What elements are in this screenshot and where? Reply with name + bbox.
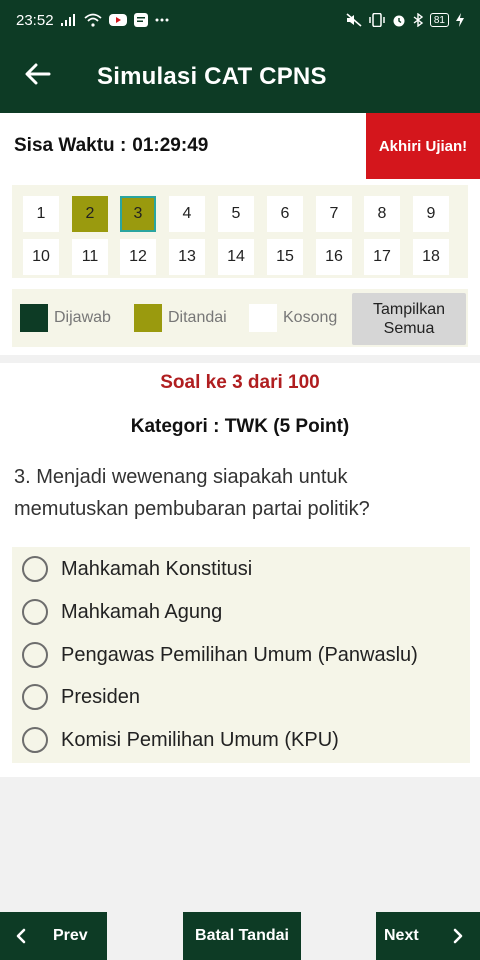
answer-option-a[interactable]: Mahkamah Konstitusi — [12, 549, 470, 589]
answer-option-label: Presiden — [61, 685, 140, 708]
radio-button[interactable] — [22, 642, 48, 668]
radio-button[interactable] — [22, 684, 48, 710]
more-notifications-icon — [155, 18, 169, 22]
chevron-right-icon — [453, 928, 463, 944]
app-title: Simulasi CAT CPNS — [97, 62, 327, 90]
radio-button[interactable] — [22, 599, 48, 625]
question-cell-16[interactable]: 16 — [316, 239, 352, 275]
battery-icon: 81 — [429, 13, 449, 27]
signal-icon — [60, 14, 77, 26]
question-grid: 1 2 3 4 5 6 7 8 9 10 11 12 13 14 15 16 1… — [12, 185, 468, 278]
radio-button[interactable] — [22, 556, 48, 582]
legend-empty-label: Kosong — [283, 309, 338, 326]
next-label: Next — [384, 927, 419, 944]
question-cell-8[interactable]: 8 — [364, 196, 400, 232]
question-cell-18[interactable]: 18 — [413, 239, 449, 275]
status-bar: 23:52 81 — [0, 0, 480, 40]
message-icon — [133, 13, 148, 27]
bottom-navigation: Prev Batal Tandai Next — [0, 912, 480, 960]
alarm-icon — [392, 13, 406, 27]
chevron-left-icon — [16, 928, 26, 944]
legend-marked-swatch — [134, 304, 162, 332]
arrow-left-icon — [25, 63, 51, 90]
remaining-time-value: 01:29:49 — [132, 135, 209, 156]
bluetooth-icon — [413, 13, 423, 27]
status-time: 23:52 — [16, 11, 54, 29]
answer-option-label: Mahkamah Konstitusi — [61, 557, 253, 580]
question-cell-13[interactable]: 13 — [169, 239, 205, 275]
question-category: Kategori : TWK (5 Point) — [130, 416, 350, 437]
timer-row: Sisa Waktu : 01:29:49 Akhiri Ujian! — [0, 113, 480, 179]
answer-option-label: Komisi Pemilihan Umum (KPU) — [61, 728, 339, 751]
prev-label: Prev — [53, 927, 88, 944]
youtube-icon — [108, 13, 127, 27]
legend-answered-label: Dijawab — [54, 309, 111, 326]
charging-icon — [456, 13, 464, 27]
question-text: 3. Menjadi wewenang siapakah untuk memut… — [14, 466, 370, 520]
radio-button[interactable] — [22, 727, 48, 753]
remaining-time: Sisa Waktu : 01:29:49 — [0, 135, 208, 157]
question-cell-7[interactable]: 7 — [316, 196, 352, 232]
show-all-label-line1: Tampilkan — [372, 301, 446, 318]
answer-option-d[interactable]: Presiden — [12, 677, 470, 717]
question-cell-2[interactable]: 2 — [72, 196, 108, 232]
question-cell-17[interactable]: 17 — [364, 239, 400, 275]
question-cell-12[interactable]: 12 — [120, 239, 156, 275]
answer-option-e[interactable]: Komisi Pemilihan Umum (KPU) — [12, 720, 470, 760]
vibrate-icon — [369, 13, 385, 27]
question-number: Soal ke 3 dari 100 — [160, 372, 320, 393]
back-button[interactable] — [0, 40, 76, 113]
question-navigator: 1 2 3 4 5 6 7 8 9 10 11 12 13 14 15 16 1… — [0, 179, 480, 355]
question-panel: Soal ke 3 dari 100 Kategori : TWK (5 Poi… — [0, 363, 480, 777]
legend-marked-label: Ditandai — [168, 309, 227, 326]
end-exam-button[interactable]: Akhiri Ujian! — [366, 113, 480, 179]
question-cell-10[interactable]: 10 — [23, 239, 59, 275]
legend-answered-swatch — [20, 304, 48, 332]
question-cell-15[interactable]: 15 — [267, 239, 303, 275]
mute-icon — [346, 13, 362, 27]
question-cell-14[interactable]: 14 — [218, 239, 254, 275]
legend: Dijawab Ditandai Kosong Tampilkan Semua — [12, 289, 468, 347]
question-cell-6[interactable]: 6 — [267, 196, 303, 232]
cancel-mark-button[interactable]: Batal Tandai — [183, 912, 301, 960]
question-cell-9[interactable]: 9 — [413, 196, 449, 232]
question-cell-1[interactable]: 1 — [23, 196, 59, 232]
question-cell-5[interactable]: 5 — [218, 196, 254, 232]
answer-option-c[interactable]: Pengawas Pemilihan Umum (Panwaslu) — [12, 635, 470, 675]
prev-button[interactable]: Prev — [0, 912, 107, 960]
app-bar: Simulasi CAT CPNS — [0, 40, 480, 113]
answer-options: Mahkamah Konstitusi Mahkamah Agung Penga… — [12, 547, 470, 763]
legend-empty-swatch — [249, 304, 277, 332]
answer-option-label: Mahkamah Agung — [61, 600, 223, 623]
question-cell-3[interactable]: 3 — [120, 196, 156, 232]
show-all-label-line2: Semua — [383, 320, 435, 337]
answer-option-label: Pengawas Pemilihan Umum (Panwaslu) — [61, 643, 418, 666]
show-all-button[interactable]: Tampilkan Semua — [352, 293, 466, 345]
next-button[interactable]: Next — [376, 912, 480, 960]
wifi-icon — [83, 13, 102, 27]
remaining-time-label: Sisa Waktu : — [14, 135, 127, 156]
question-cell-11[interactable]: 11 — [72, 239, 108, 275]
answer-option-b[interactable]: Mahkamah Agung — [12, 592, 470, 632]
question-cell-4[interactable]: 4 — [169, 196, 205, 232]
show-all-label: Tampilkan Semua — [373, 300, 445, 338]
